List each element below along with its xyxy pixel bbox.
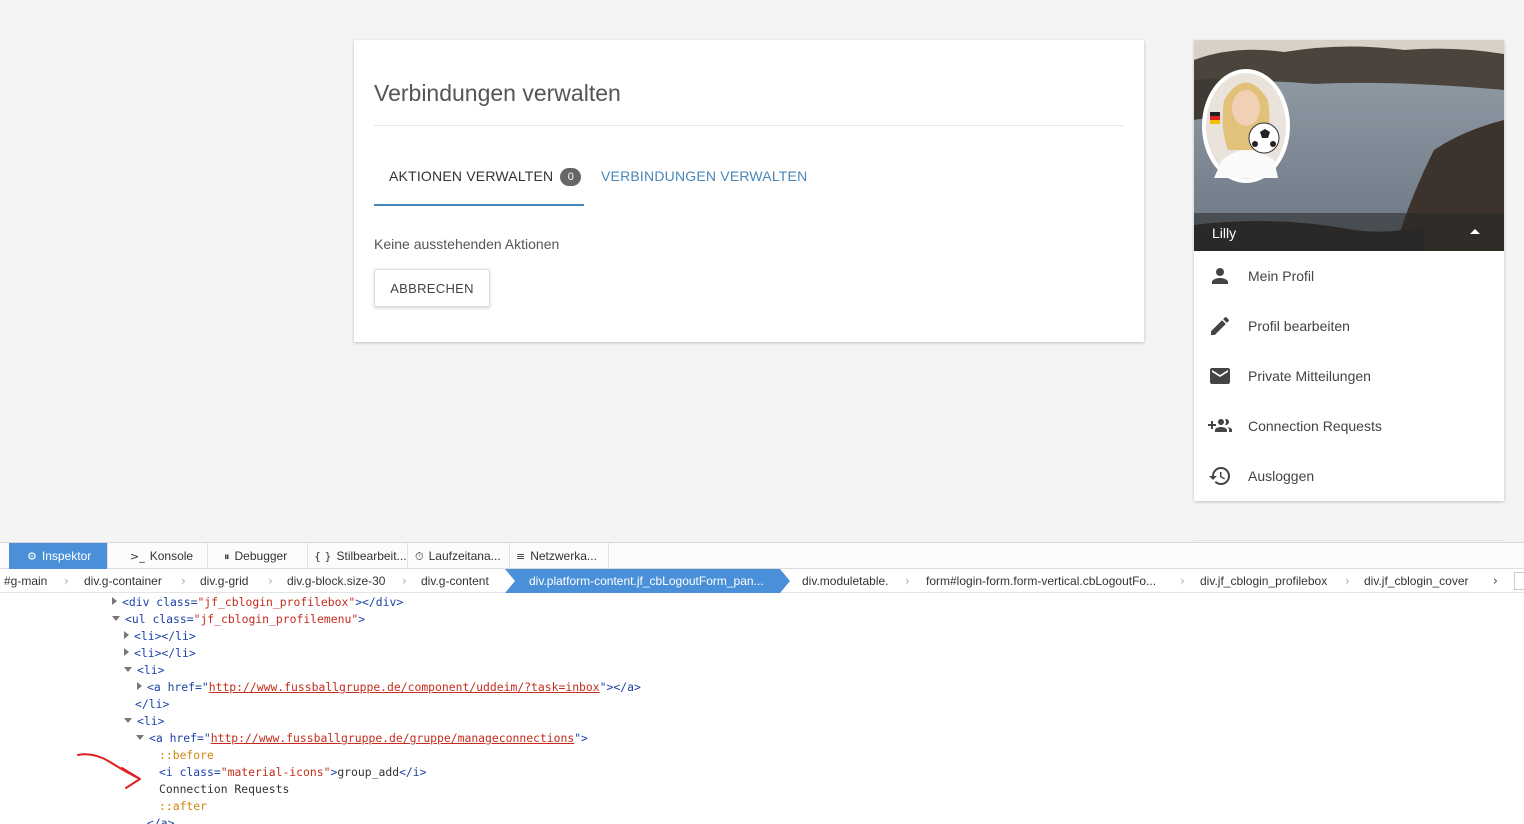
tab-inspector[interactable]: ⚙ Inspektor <box>9 543 108 569</box>
tab-console[interactable]: >_ Konsole <box>108 543 208 569</box>
tab-manage-actions[interactable]: AKTIONEN VERWALTEN 0 <box>389 168 582 186</box>
manage-connections-card: Verbindungen verwalten AKTIONEN VERWALTE… <box>354 40 1144 342</box>
pending-count-badge: 0 <box>560 168 582 186</box>
markup-line-a-close[interactable]: </a> <box>147 815 174 824</box>
title-divider <box>374 125 1124 126</box>
chevron-right-icon: › <box>268 574 273 588</box>
breadcrumb-scroll-right-icon[interactable]: › <box>1493 574 1498 589</box>
profile-box: Lilly Mein Profil Profil bearbeiten Priv… <box>1194 40 1504 501</box>
chevron-right-icon: › <box>1345 574 1350 588</box>
cancel-button[interactable]: ABBRECHEN <box>374 269 490 307</box>
markup-line-li[interactable]: <li></li> <box>124 645 196 662</box>
chevron-right-icon: › <box>905 574 910 588</box>
connections-url-link[interactable]: http://www.fussballgruppe.de/gruppe/mana… <box>211 731 574 745</box>
history-icon <box>1209 467 1230 485</box>
edit-icon <box>1211 316 1229 335</box>
chevron-right-icon: › <box>181 574 186 588</box>
pause-icon: ⏸ <box>224 550 230 563</box>
breadcrumb-item[interactable]: div.moduletable. <box>802 569 889 593</box>
tab-network[interactable]: ≡ Netzwerka... <box>510 543 609 569</box>
chevron-right-icon: › <box>1180 574 1185 588</box>
markup-line-li-close[interactable]: </li> <box>135 696 169 713</box>
network-icon: ≡ <box>516 550 526 563</box>
breadcrumb-item[interactable]: div.jf_cblogin_cover <box>1364 569 1469 593</box>
console-icon: >_ <box>130 550 145 563</box>
markup-line-li[interactable]: <li></li> <box>124 628 196 645</box>
devtools-toolbar: ⚙ Inspektor >_ Konsole ⏸ Debugger { } Stilbe… <box>0 543 1524 569</box>
breadcrumb-overflow-box <box>1514 572 1524 590</box>
menu-item-label: Connection Requests <box>1248 418 1382 434</box>
sidebar-divider <box>1194 540 1504 541</box>
menu-item-label: Private Mitteilungen <box>1248 368 1371 384</box>
breadcrumb-item-selected[interactable]: div.platform-content.jf_cbLogoutForm_pan… <box>505 569 790 593</box>
group-add-icon <box>1208 419 1232 432</box>
red-arrow-annotation <box>77 753 141 789</box>
chevron-right-icon: › <box>402 574 407 588</box>
menu-item-private-messages[interactable]: Private Mitteilungen <box>1194 351 1504 401</box>
breadcrumb-item[interactable]: div.jf_cblogin_profilebox <box>1200 569 1327 593</box>
tab-debugger-label: Debugger <box>234 549 288 563</box>
menu-item-my-profile[interactable]: Mein Profil <box>1194 251 1504 301</box>
chevron-right-icon: › <box>64 574 69 588</box>
expand-arrow-icon[interactable] <box>137 682 142 690</box>
markup-line-before[interactable]: ::before <box>159 747 214 764</box>
profile-name: Lilly <box>1212 225 1237 241</box>
collapse-arrow-icon[interactable] <box>136 735 144 740</box>
no-pending-actions-text: Keine ausstehenden Aktionen <box>374 236 560 252</box>
profile-name-bar[interactable]: Lilly <box>1194 213 1504 251</box>
person-icon <box>1212 268 1228 284</box>
collapse-arrow-icon[interactable] <box>112 616 120 621</box>
expand-arrow-icon[interactable] <box>124 631 129 639</box>
mail-icon <box>1210 368 1230 384</box>
breadcrumb-item[interactable]: #g-main <box>4 569 47 593</box>
collapse-arrow-icon[interactable] <box>124 667 132 672</box>
tab-performance[interactable]: ⏱ Laufzeitana... <box>408 543 510 569</box>
tab-style-editor-label: Stilbearbeit... <box>336 549 407 563</box>
menu-item-label: Ausloggen <box>1248 468 1315 484</box>
markup-line-li-open[interactable]: <li> <box>124 662 164 679</box>
page-title: Verbindungen verwalten <box>374 80 621 106</box>
devtools-panel: ⚙ Inspektor >_ Konsole ⏸ Debugger { } Stilbe… <box>0 542 1524 824</box>
stopwatch-icon: ⏱ <box>415 550 424 563</box>
braces-icon: { } <box>314 550 332 563</box>
inbox-url-link[interactable]: http://www.fussballgruppe.de/component/u… <box>209 680 600 694</box>
markup-line-profilemenu[interactable]: <ul class="jf_cblogin_profilemenu"> <box>112 611 365 628</box>
breadcrumb: #g-main › div.g-container › div.g-grid ›… <box>0 569 1524 593</box>
markup-line-inbox-link[interactable]: <a href="http://www.fussballgruppe.de/co… <box>137 679 641 696</box>
markup-line-connections-link[interactable]: <a href="http://www.fussballgruppe.de/gr… <box>136 730 588 747</box>
tab-inspector-label: Inspektor <box>41 549 92 563</box>
tab-console-label: Konsole <box>149 549 194 563</box>
breadcrumb-item[interactable]: div.g-content <box>421 569 489 593</box>
markup-line-profilebox[interactable]: <div class="jf_cblogin_profilebox"></div… <box>112 594 403 611</box>
gear-icon: ⚙ <box>27 550 37 563</box>
menu-item-label: Profil bearbeiten <box>1248 318 1350 334</box>
markup-line-text[interactable]: Connection Requests <box>159 781 289 798</box>
markup-line-after[interactable]: ::after <box>159 798 207 815</box>
markup-line-icon[interactable]: <i class="material-icons">group_add</i> <box>159 764 427 781</box>
menu-item-edit-profile[interactable]: Profil bearbeiten <box>1194 301 1504 351</box>
tab-debugger[interactable]: ⏸ Debugger <box>208 543 308 569</box>
tab-manage-actions-label: AKTIONEN VERWALTEN <box>389 168 554 184</box>
collapse-arrow-icon[interactable] <box>124 718 132 723</box>
breadcrumb-item[interactable]: div.g-grid <box>200 569 248 593</box>
expand-arrow-icon[interactable] <box>112 597 117 605</box>
tab-performance-label: Laufzeitana... <box>428 549 501 563</box>
menu-item-label: Mein Profil <box>1248 268 1315 284</box>
breadcrumb-item[interactable]: div.g-block.size-30 <box>287 569 385 593</box>
active-tab-indicator <box>374 204 584 206</box>
menu-item-connection-requests[interactable]: Connection Requests <box>1194 401 1504 451</box>
cover-image: Lilly <box>1194 40 1504 251</box>
breadcrumb-item[interactable]: form#login-form.form-vertical.cbLogoutFo… <box>926 569 1156 593</box>
expand-arrow-icon[interactable] <box>124 648 129 656</box>
tab-style-editor[interactable]: { } Stilbearbeit... <box>308 543 408 569</box>
breadcrumb-item[interactable]: div.g-container <box>84 569 162 593</box>
tab-manage-connections[interactable]: VERBINDUNGEN VERWALTEN <box>601 168 807 184</box>
markup-line-li-open[interactable]: <li> <box>124 713 164 730</box>
tab-network-label: Netzwerka... <box>530 549 597 563</box>
caret-up-icon[interactable] <box>1470 229 1480 234</box>
menu-item-logout[interactable]: Ausloggen <box>1194 451 1504 501</box>
